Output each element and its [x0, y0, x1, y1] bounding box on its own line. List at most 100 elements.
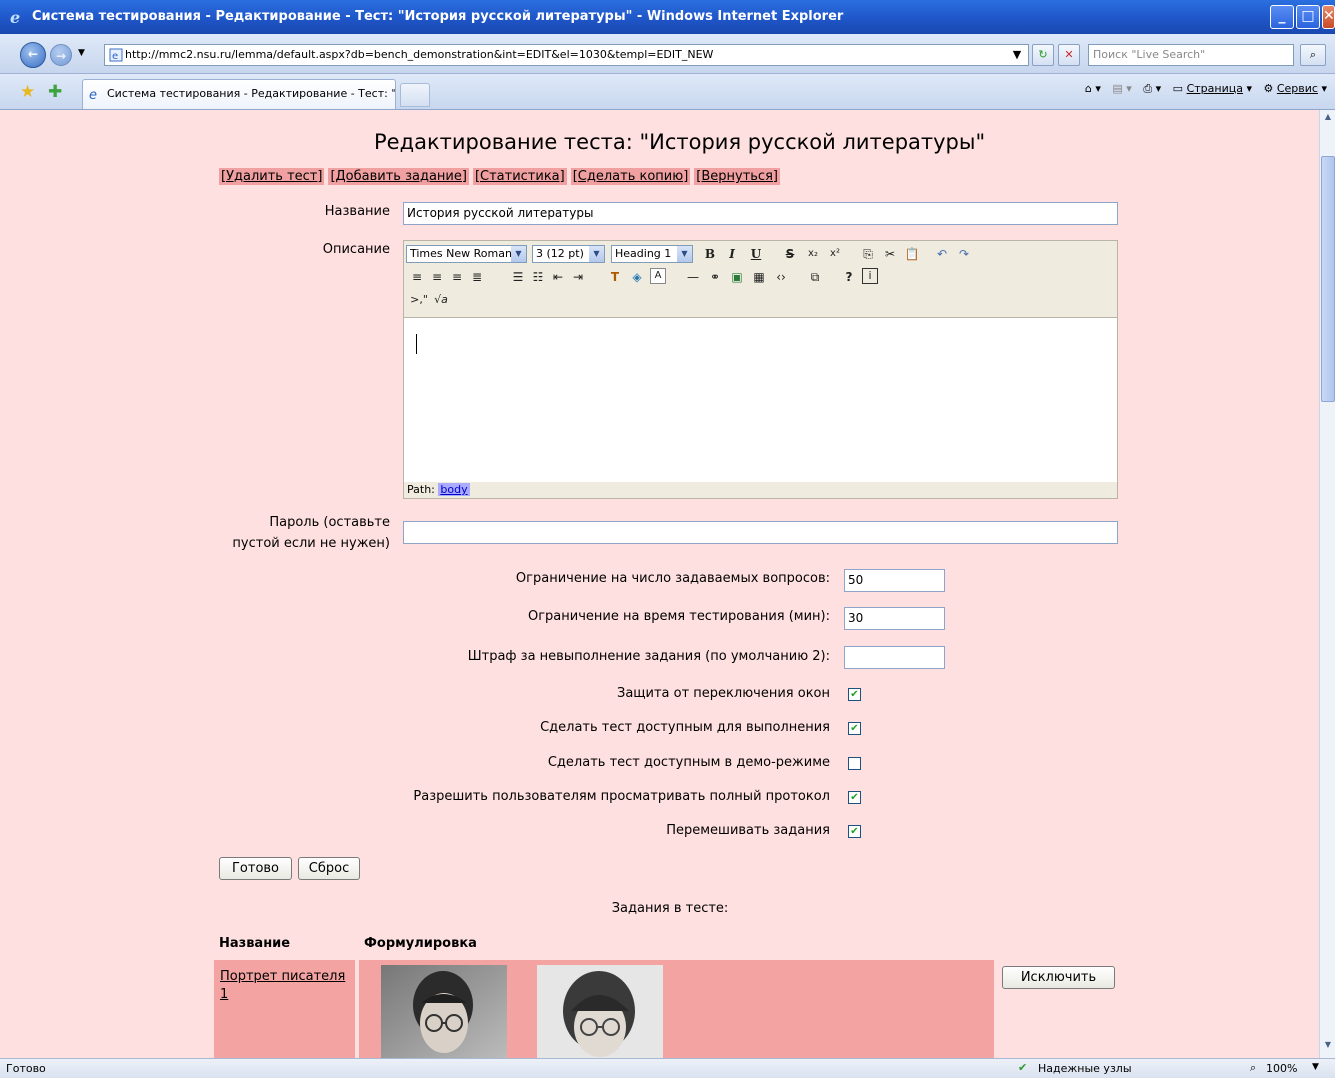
tab-label: Система тестирования - Редактирование - …	[107, 87, 396, 100]
redo-icon[interactable]: ↷	[955, 245, 973, 263]
ordered-list-icon[interactable]: ☰	[509, 268, 527, 286]
add-task-link[interactable]: [Добавить задание]	[328, 168, 469, 185]
address-toolbar: ← → ▼ e http://mmc2.nsu.ru/lemma/default…	[0, 34, 1335, 74]
add-favorites-icon[interactable]: ✚	[48, 82, 62, 102]
full-protocol-checkbox[interactable]: ✔	[848, 791, 861, 804]
forward-icon[interactable]: →	[50, 44, 72, 66]
minimize-icon[interactable]: _	[1270, 5, 1294, 29]
url-dropdown-icon[interactable]: ▼	[1008, 45, 1026, 65]
background-color-icon[interactable]: ◈	[628, 268, 646, 286]
unordered-list-icon[interactable]: ☷	[529, 268, 547, 286]
window-switch-protection-checkbox[interactable]: ✔	[848, 688, 861, 701]
close-icon[interactable]: ✕	[1322, 5, 1335, 29]
shuffle-tasks-checkbox[interactable]: ✔	[848, 825, 861, 838]
feeds-icon[interactable]: ▤ ▾	[1112, 82, 1131, 95]
path-body-link[interactable]: body	[438, 483, 470, 496]
scroll-up-icon[interactable]: ▲	[1321, 112, 1335, 126]
reset-button[interactable]: Сброс	[298, 857, 360, 880]
return-link[interactable]: [Вернуться]	[694, 168, 780, 185]
description-editor-area[interactable]	[404, 317, 1117, 482]
info-icon[interactable]: i	[862, 268, 878, 284]
align-justify-icon[interactable]: ≣	[468, 268, 486, 286]
task-name-line1: Портрет писателя	[220, 969, 346, 984]
full-protocol-label: Разрешить пользователям просматривать по…	[413, 789, 830, 804]
copy-icon[interactable]: ⎘	[859, 245, 877, 263]
superscript-icon[interactable]: x²	[826, 245, 844, 263]
tools-menu-button[interactable]: ⚙ Сервис ▾	[1263, 82, 1327, 95]
statistics-link[interactable]: [Статистика]	[472, 168, 567, 185]
formula-icon[interactable]: √a	[431, 291, 451, 309]
url-field[interactable]: e http://mmc2.nsu.ru/lemma/default.aspx?…	[104, 44, 1029, 66]
undo-icon[interactable]: ↶	[933, 245, 951, 263]
help-icon[interactable]: ?	[840, 268, 858, 286]
command-bar: ⌂ ▾ ▤ ▾ ⎙ ▾ ▭ Страница ▾ ⚙ Сервис ▾	[1077, 82, 1327, 96]
align-left-icon[interactable]: ≡	[408, 268, 426, 286]
html-source-icon[interactable]: ‹›	[772, 268, 790, 286]
favorites-star-icon[interactable]: ★	[20, 82, 35, 102]
column-header-name: Название	[219, 936, 291, 951]
bold-icon[interactable]: B	[701, 245, 719, 263]
align-center-icon[interactable]: ≡	[428, 268, 446, 286]
exclude-task-button[interactable]: Исключить	[1002, 966, 1115, 989]
link-icon[interactable]: ⚭	[706, 268, 724, 286]
format-select[interactable]: Heading 1 ▼	[611, 245, 693, 263]
history-dropdown-icon[interactable]: ▼	[78, 48, 85, 58]
scroll-thumb[interactable]	[1321, 156, 1335, 402]
fullscreen-icon[interactable]: ⧉	[806, 268, 824, 286]
indent-icon[interactable]: ⇥	[569, 268, 587, 286]
scroll-down-icon[interactable]: ▼	[1321, 1040, 1335, 1054]
home-icon[interactable]: ⌂ ▾	[1085, 82, 1101, 95]
zoom-icon: ⌕	[1250, 1061, 1257, 1074]
penalty-field[interactable]	[844, 646, 945, 669]
tab-bar: ★ ✚ e Система тестирования - Редактирова…	[0, 74, 1335, 110]
font-name-select[interactable]: Times New Roman ▼	[406, 245, 527, 263]
question-limit-field[interactable]: 50	[844, 569, 945, 592]
back-icon[interactable]: ←	[20, 42, 46, 68]
name-field[interactable]: История русской литературы	[403, 202, 1118, 225]
svg-text:e: e	[112, 51, 118, 62]
format-value: Heading 1	[615, 247, 672, 260]
demo-mode-checkbox[interactable]	[848, 757, 861, 770]
search-input[interactable]: Поиск "Live Search"	[1088, 44, 1294, 66]
font-style-icon[interactable]: A	[650, 268, 666, 284]
page-icon: e	[109, 48, 123, 62]
delete-test-link[interactable]: [Удалить тест]	[219, 168, 325, 185]
column-header-formulation: Формулировка	[364, 936, 477, 951]
svg-text:e: e	[10, 8, 20, 26]
text-color-icon[interactable]: T	[606, 268, 624, 286]
test-available-checkbox[interactable]: ✔	[848, 722, 861, 735]
make-copy-link[interactable]: [Сделать копию]	[570, 168, 691, 185]
window-title: Система тестирования - Редактирование - …	[32, 9, 844, 24]
refresh-icon[interactable]: ↻	[1032, 44, 1054, 66]
vertical-scrollbar[interactable]: ▲ ▼	[1319, 110, 1335, 1058]
table-icon[interactable]: ▦	[750, 268, 768, 286]
penalty-label: Штраф за невыполнение задания (по умолча…	[467, 649, 830, 664]
subscript-icon[interactable]: x₂	[804, 245, 822, 263]
stop-icon[interactable]: ✕	[1058, 44, 1080, 66]
cut-icon[interactable]: ✂	[881, 245, 899, 263]
image-icon[interactable]: ▣	[728, 268, 746, 286]
font-size-select[interactable]: 3 (12 pt) ▼	[532, 245, 605, 263]
time-limit-field[interactable]: 30	[844, 607, 945, 630]
page-menu-button[interactable]: ▭ Страница ▾	[1173, 82, 1252, 95]
outdent-icon[interactable]: ⇤	[549, 268, 567, 286]
task-name-link[interactable]: Портрет писателя 1	[220, 968, 350, 1004]
security-zone[interactable]: Надежные узлы	[1038, 1062, 1132, 1075]
quote-icon[interactable]: >,"	[406, 291, 432, 309]
zoom-level[interactable]: 100%	[1266, 1062, 1297, 1075]
new-tab-button[interactable]	[400, 83, 430, 107]
zoom-dropdown-icon[interactable]: ▼	[1312, 1062, 1319, 1072]
align-right-icon[interactable]: ≡	[448, 268, 466, 286]
submit-button[interactable]: Готово	[219, 857, 292, 880]
underline-icon[interactable]: U	[747, 245, 765, 263]
tab-current[interactable]: e Система тестирования - Редактирование …	[82, 79, 396, 109]
password-field[interactable]	[403, 521, 1118, 544]
chevron-down-icon: ▼	[677, 246, 692, 262]
strikethrough-icon[interactable]: S	[781, 245, 799, 263]
print-icon[interactable]: ⎙ ▾	[1143, 82, 1161, 95]
search-icon[interactable]: ⌕	[1300, 44, 1326, 66]
horizontal-rule-icon[interactable]: —	[684, 268, 702, 286]
maximize-icon[interactable]: □	[1296, 5, 1320, 29]
italic-icon[interactable]: I	[723, 245, 741, 263]
paste-icon[interactable]: 📋	[903, 245, 921, 263]
